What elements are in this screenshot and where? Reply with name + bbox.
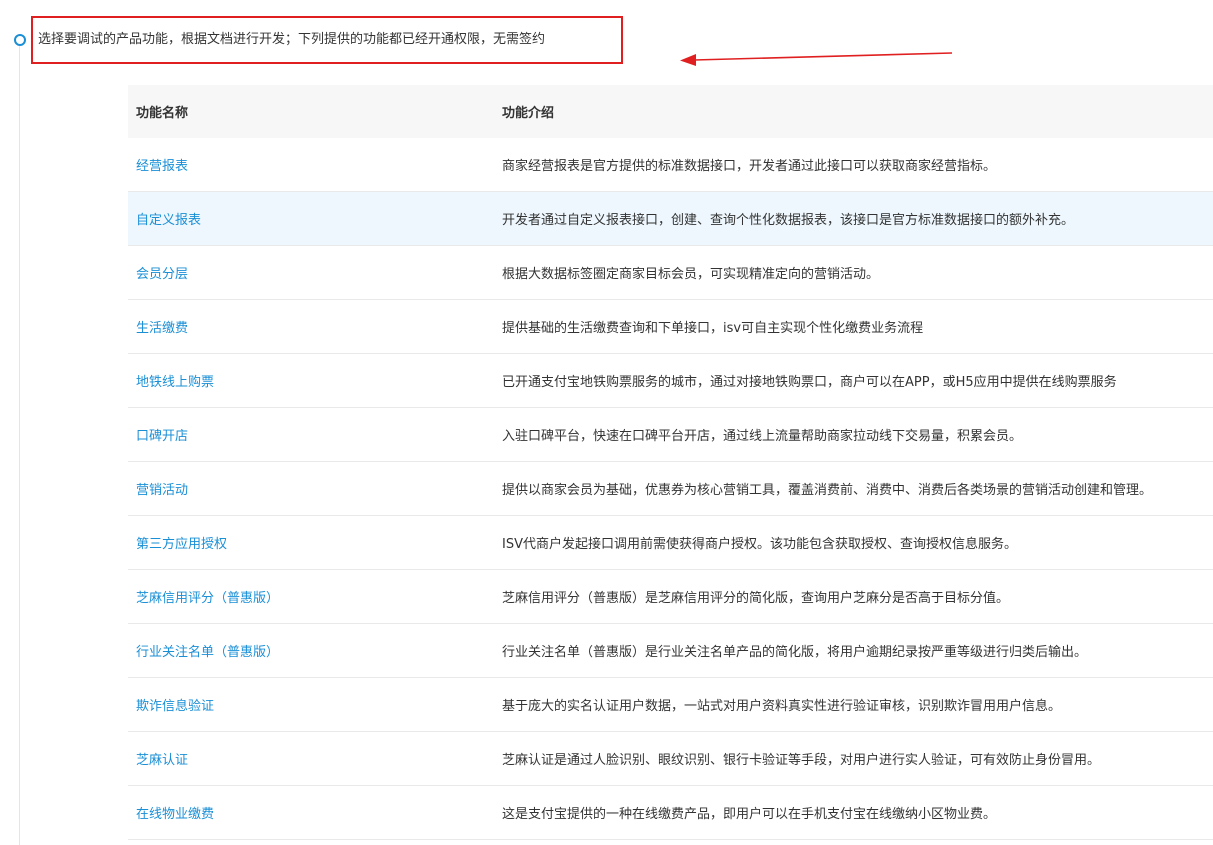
feature-name-link[interactable]: 第三方应用授权 bbox=[136, 537, 227, 552]
table-header: 功能名称 功能介绍 bbox=[128, 85, 1213, 138]
feature-table: 功能名称 功能介绍 经营报表 商家经营报表是官方提供的标准数据接口，开发者通过此接… bbox=[128, 85, 1213, 840]
feature-description: 基于庞大的实名认证用户数据，一站式对用户资料真实性进行验证审核，识别欺诈冒用用户… bbox=[502, 699, 1062, 714]
table-row: 第三方应用授权 ISV代商户发起接口调用前需使获得商户授权。该功能包含获取授权、查… bbox=[128, 516, 1213, 570]
feature-description: 商家经营报表是官方提供的标准数据接口，开发者通过此接口可以获取商家经营指标。 bbox=[502, 159, 997, 174]
header-feature-name: 功能名称 bbox=[136, 106, 189, 121]
feature-name-link[interactable]: 芝麻信用评分（普惠版） bbox=[136, 591, 279, 606]
table-row: 在线物业缴费 这是支付宝提供的一种在线缴费产品，即用户可以在手机支付宝在线缴纳小区… bbox=[128, 786, 1213, 840]
feature-name-link[interactable]: 经营报表 bbox=[136, 159, 188, 174]
feature-name-link[interactable]: 自定义报表 bbox=[136, 213, 201, 228]
table-body: 经营报表 商家经营报表是官方提供的标准数据接口，开发者通过此接口可以获取商家经营指… bbox=[128, 138, 1213, 840]
feature-description: 这是支付宝提供的一种在线缴费产品，即用户可以在手机支付宝在线缴纳小区物业费。 bbox=[502, 807, 997, 822]
feature-name-link[interactable]: 营销活动 bbox=[136, 483, 188, 498]
feature-name-cell: 口碑开店 bbox=[128, 425, 494, 444]
feature-name-link[interactable]: 生活缴费 bbox=[136, 321, 188, 336]
feature-name-cell: 欺诈信息验证 bbox=[128, 695, 494, 714]
feature-name-cell: 第三方应用授权 bbox=[128, 533, 494, 552]
step-description: 选择要调试的产品功能，根据文档进行开发；下列提供的功能都已经开通权限，无需签约 bbox=[38, 32, 546, 47]
table-row: 营销活动 提供以商家会员为基础，优惠券为核心营销工具，覆盖消费前、消费中、消费后各… bbox=[128, 462, 1213, 516]
annotation-arrow-icon bbox=[680, 52, 953, 66]
feature-name-cell: 行业关注名单（普惠版） bbox=[128, 641, 494, 660]
feature-description: 根据大数据标签圈定商家目标会员，可实现精准定向的营销活动。 bbox=[502, 267, 880, 282]
feature-name-link[interactable]: 欺诈信息验证 bbox=[136, 699, 214, 714]
feature-name-cell: 芝麻信用评分（普惠版） bbox=[128, 587, 494, 606]
feature-name-cell: 芝麻认证 bbox=[128, 749, 494, 768]
feature-name-cell: 会员分层 bbox=[128, 263, 494, 282]
feature-name-link[interactable]: 口碑开店 bbox=[136, 429, 188, 444]
feature-description: 行业关注名单（普惠版）是行业关注名单产品的简化版，将用户逾期纪录按严重等级进行归… bbox=[502, 645, 1088, 660]
table-row: 行业关注名单（普惠版） 行业关注名单（普惠版）是行业关注名单产品的简化版，将用户逾… bbox=[128, 624, 1213, 678]
feature-description: 芝麻信用评分（普惠版）是芝麻信用评分的简化版，查询用户芝麻分是否高于目标分值。 bbox=[502, 591, 1010, 606]
feature-description: ISV代商户发起接口调用前需使获得商户授权。该功能包含获取授权、查询授权信息服务… bbox=[502, 537, 1017, 552]
header-feature-desc: 功能介绍 bbox=[502, 106, 555, 121]
table-row: 芝麻信用评分（普惠版） 芝麻信用评分（普惠版）是芝麻信用评分的简化版，查询用户芝麻… bbox=[128, 570, 1213, 624]
feature-name-cell: 经营报表 bbox=[128, 155, 494, 174]
feature-name-link[interactable]: 会员分层 bbox=[136, 267, 188, 282]
table-row: 地铁线上购票 已开通支付宝地铁购票服务的城市，通过对接地铁购票口，商户可以在APP… bbox=[128, 354, 1213, 408]
table-row: 口碑开店 入驻口碑平台，快速在口碑平台开店，通过线上流量帮助商家拉动线下交易量，积… bbox=[128, 408, 1213, 462]
feature-description: 入驻口碑平台，快速在口碑平台开店，通过线上流量帮助商家拉动线下交易量，积累会员。 bbox=[502, 429, 1023, 444]
page: 选择要调试的产品功能，根据文档进行开发；下列提供的功能都已经开通权限，无需签约 … bbox=[0, 0, 1213, 845]
table-row: 生活缴费 提供基础的生活缴费查询和下单接口，isv可自主实现个性化缴费业务流程 bbox=[128, 300, 1213, 354]
feature-name-cell: 营销活动 bbox=[128, 479, 494, 498]
table-row: 自定义报表 开发者通过自定义报表接口，创建、查询个性化数据报表，该接口是官方标准数… bbox=[128, 192, 1213, 246]
feature-name-link[interactable]: 芝麻认证 bbox=[136, 753, 188, 768]
feature-name-link[interactable]: 在线物业缴费 bbox=[136, 807, 214, 822]
feature-name-cell: 生活缴费 bbox=[128, 317, 494, 336]
table-row: 会员分层 根据大数据标签圈定商家目标会员，可实现精准定向的营销活动。 bbox=[128, 246, 1213, 300]
timeline-step-circle-icon bbox=[14, 34, 26, 46]
feature-description: 芝麻认证是通过人脸识别、眼纹识别、银行卡验证等手段，对用户进行实人验证，可有效防… bbox=[502, 753, 1101, 768]
feature-description: 提供以商家会员为基础，优惠券为核心营销工具，覆盖消费前、消费中、消费后各类场景的… bbox=[502, 483, 1153, 498]
feature-name-cell: 自定义报表 bbox=[128, 209, 494, 228]
table-row: 芝麻认证 芝麻认证是通过人脸识别、眼纹识别、银行卡验证等手段，对用户进行实人验证，… bbox=[128, 732, 1213, 786]
feature-name-link[interactable]: 地铁线上购票 bbox=[136, 375, 214, 390]
table-row: 欺诈信息验证 基于庞大的实名认证用户数据，一站式对用户资料真实性进行验证审核，识别… bbox=[128, 678, 1213, 732]
table-row: 经营报表 商家经营报表是官方提供的标准数据接口，开发者通过此接口可以获取商家经营指… bbox=[128, 138, 1213, 192]
feature-description: 提供基础的生活缴费查询和下单接口，isv可自主实现个性化缴费业务流程 bbox=[502, 321, 924, 336]
feature-description: 开发者通过自定义报表接口，创建、查询个性化数据报表，该接口是官方标准数据接口的额… bbox=[502, 213, 1075, 228]
feature-name-link[interactable]: 行业关注名单（普惠版） bbox=[136, 645, 279, 660]
feature-name-cell: 地铁线上购票 bbox=[128, 371, 494, 390]
timeline-line bbox=[19, 46, 20, 845]
feature-description: 已开通支付宝地铁购票服务的城市，通过对接地铁购票口，商户可以在APP，或H5应用… bbox=[502, 375, 1117, 390]
feature-name-cell: 在线物业缴费 bbox=[128, 803, 494, 822]
